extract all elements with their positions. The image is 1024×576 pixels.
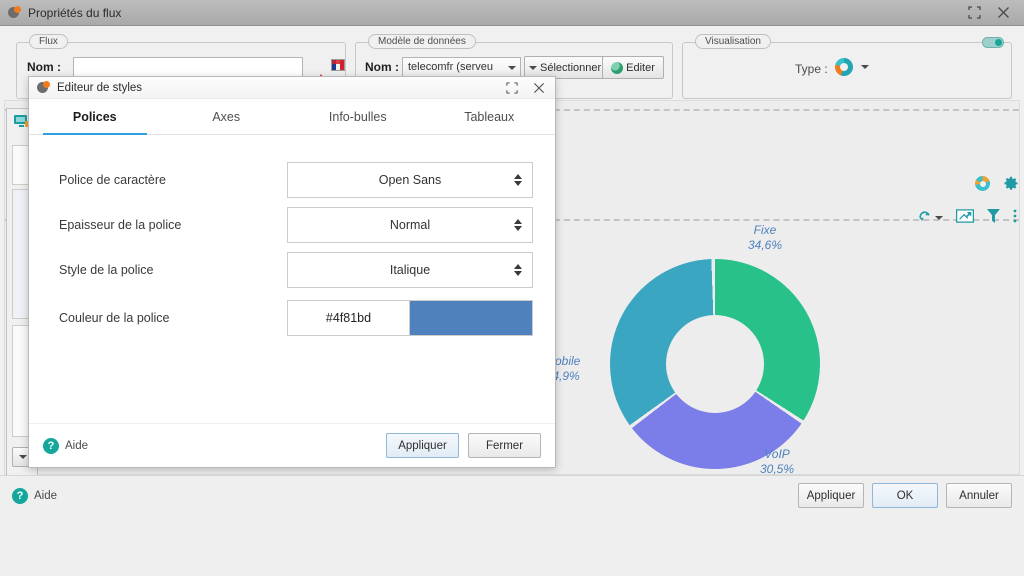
chevron-down-icon — [508, 66, 516, 70]
chart-panel-toolbar — [918, 209, 1017, 226]
font-color-swatch[interactable] — [410, 300, 533, 336]
slice-label-voip: VoIP 30,5% — [760, 447, 794, 477]
donut-chart[interactable]: Fixe 34,6% VoIP 30,5% Mobile 34,9% — [545, 223, 820, 476]
font-weight-row: Epaisseur de la police Normal — [59, 202, 533, 247]
font-weight-value: Normal — [389, 217, 431, 232]
dialog-help-label[interactable]: Aide — [65, 440, 88, 452]
slice-label-fixe: Fixe 34,6% — [748, 223, 782, 253]
filter-funnel-icon[interactable] — [987, 209, 1000, 226]
footer-ok-button[interactable]: OK — [872, 483, 938, 508]
app-sphere-icon — [37, 81, 50, 94]
visualisation-group-legend: Visualisation — [695, 34, 771, 49]
tab-axes[interactable]: Axes — [161, 99, 293, 134]
app-sphere-icon — [8, 6, 21, 19]
dialog-tabs: Polices Axes Info-bulles Tableaux — [29, 99, 555, 135]
window-title-bar: Propriétés du flux — [0, 0, 1024, 26]
export-image-icon[interactable] — [955, 209, 975, 226]
spinner-icon — [514, 173, 522, 186]
chart-panel-header-toolbar — [975, 176, 1019, 191]
fonts-form: Police de caractère Open Sans Epaisseur … — [29, 135, 555, 344]
visualisation-group: Visualisation Type : — [682, 34, 1012, 99]
data-model-select[interactable]: telecomfr (serveu — [402, 57, 521, 78]
maximize-icon[interactable] — [506, 81, 518, 94]
font-weight-label: Epaisseur de la police — [59, 217, 182, 232]
chevron-down-icon[interactable] — [861, 65, 869, 69]
edit-button[interactable]: Editer — [602, 56, 664, 79]
gear-icon[interactable] — [1004, 176, 1019, 191]
tab-polices[interactable]: Polices — [29, 99, 161, 135]
french-flag-icon[interactable] — [331, 59, 345, 71]
window-footer: ? Aide Appliquer OK Annuler — [0, 475, 1024, 515]
dialog-title-bar: Editeur de styles — [29, 77, 555, 99]
spinner-icon — [514, 263, 522, 276]
slice-label-fixe-name: Fixe — [753, 223, 777, 237]
slice-label-fixe-value: 34,6% — [748, 238, 783, 252]
footer-help-label[interactable]: Aide — [34, 490, 57, 502]
spinner-icon — [514, 218, 522, 231]
font-family-label: Police de caractère — [59, 172, 167, 187]
edit-button-label: Editer — [626, 61, 655, 74]
font-color-label: Couleur de la police — [59, 311, 170, 325]
help-circle-icon[interactable]: ? — [12, 487, 28, 504]
font-family-select[interactable]: Open Sans — [287, 161, 533, 198]
font-color-input[interactable]: #4f81bd — [287, 300, 410, 336]
help-circle-icon[interactable]: ? — [43, 437, 59, 454]
flux-name-input[interactable] — [73, 57, 303, 78]
chevron-down-icon — [529, 65, 537, 70]
maximize-icon[interactable] — [968, 6, 981, 19]
dialog-title: Editeur de styles — [57, 81, 143, 94]
font-style-value: Italique — [389, 262, 431, 277]
footer-cancel-button[interactable]: Annuler — [946, 483, 1012, 508]
data-model-name-label: Nom : — [365, 60, 399, 74]
chevron-down-icon[interactable] — [935, 215, 943, 220]
font-weight-select[interactable]: Normal — [287, 206, 533, 243]
warning-triangle-icon — [314, 60, 328, 86]
slice-label-voip-name: VoIP — [764, 447, 790, 461]
styles-editor-dialog: Editeur de styles Polices Axes Info-bull… — [28, 76, 556, 468]
more-vertical-icon[interactable] — [1013, 209, 1017, 226]
chart-panel: Fixe 34,6% VoIP 30,5% Mobile 34,9% — [545, 176, 1024, 576]
refresh-icon[interactable] — [918, 210, 931, 226]
font-style-select[interactable]: Italique — [287, 251, 533, 288]
data-model-value: telecomfr (serveu — [408, 61, 493, 73]
visualisation-toggle[interactable] — [982, 37, 1004, 48]
font-color-row: Couleur de la police #4f81bd — [59, 292, 533, 344]
font-family-value: Open Sans — [378, 172, 442, 187]
dialog-footer: ? Aide Appliquer Fermer — [29, 423, 555, 467]
donut-chart-icon[interactable] — [975, 176, 990, 191]
flux-group-legend: Flux — [29, 34, 68, 49]
tab-tableaux[interactable]: Tableaux — [424, 99, 556, 134]
font-style-label: Style de la police — [59, 262, 154, 277]
globe-icon — [611, 61, 624, 74]
visualisation-type-label: Type : — [795, 62, 828, 76]
select-button-label: Sélectionner — [540, 61, 602, 74]
chevron-down-icon — [19, 455, 27, 459]
application-window: Propriétés du flux Flux Nom : Modèle de … — [0, 0, 1024, 515]
donut-chart-ring — [610, 259, 820, 469]
close-icon[interactable] — [997, 6, 1010, 19]
dialog-close-button[interactable]: Fermer — [468, 433, 541, 458]
tab-info-bulles[interactable]: Info-bulles — [292, 99, 424, 134]
font-style-row: Style de la police Italique — [59, 247, 533, 292]
flux-name-label: Nom : — [27, 60, 61, 74]
dialog-apply-button[interactable]: Appliquer — [386, 433, 459, 458]
font-family-row: Police de caractère Open Sans — [59, 157, 533, 202]
data-model-group-legend: Modèle de données — [368, 34, 476, 49]
window-title: Propriétés du flux — [28, 5, 122, 20]
close-icon[interactable] — [533, 82, 545, 94]
donut-chart-icon[interactable] — [835, 58, 853, 76]
footer-apply-button[interactable]: Appliquer — [798, 483, 864, 508]
